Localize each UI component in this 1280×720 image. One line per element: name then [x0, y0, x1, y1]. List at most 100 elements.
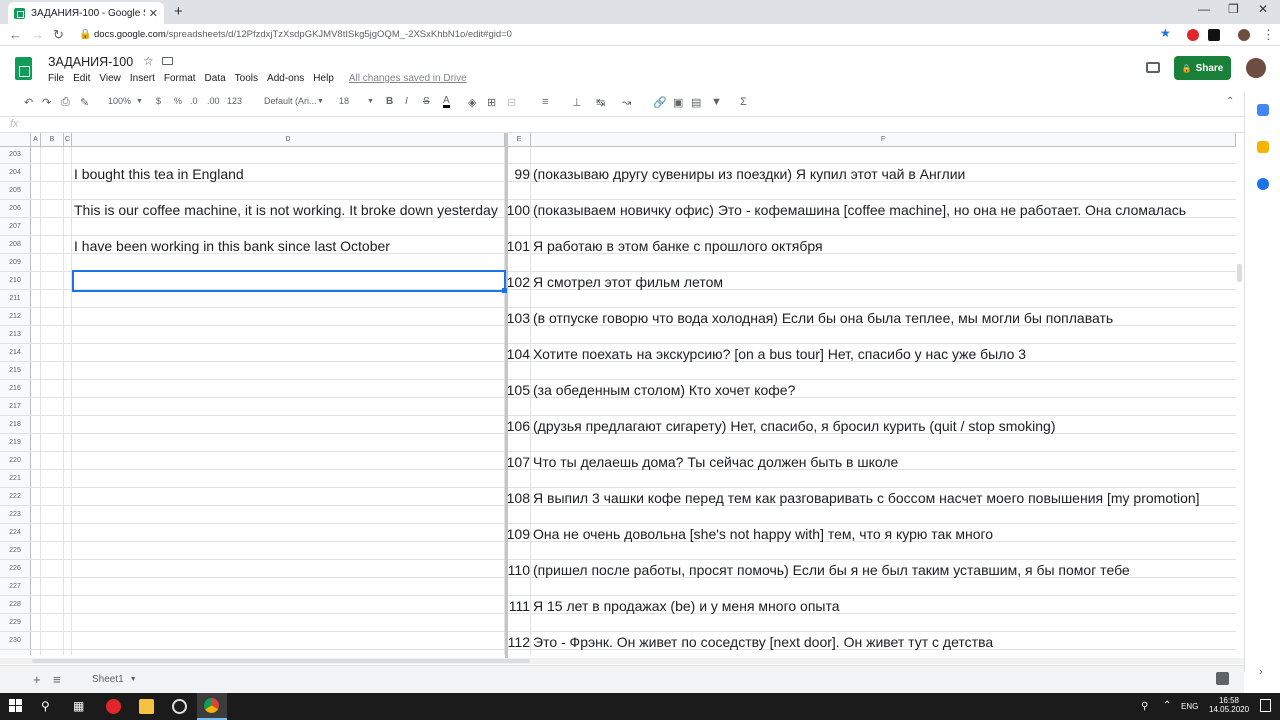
decrease-decimal-button[interactable]: .0 — [190, 96, 198, 106]
vertical-scroll-thumb[interactable] — [1237, 264, 1242, 282]
cell-f[interactable]: Я работаю в этом банке с прошлого октябр… — [533, 238, 1236, 254]
calendar-icon[interactable] — [1257, 104, 1269, 116]
cell-d[interactable]: I have been working in this bank since l… — [74, 238, 505, 254]
table-row[interactable]: 230 112 Это - Фрэнк. Он живет по соседству… — [0, 632, 1236, 650]
chrome-taskbar-button[interactable] — [197, 693, 227, 720]
insert-link-icon[interactable]: 🔗 — [653, 96, 667, 109]
table-row[interactable]: 227 — [0, 578, 1236, 596]
sheet-tab-chevron-down-icon[interactable]: ▼ — [130, 676, 137, 683]
row-number[interactable]: 230 — [0, 632, 31, 649]
task-view-icon[interactable]: ▦ — [73, 699, 88, 714]
fill-color-icon[interactable]: ◈ — [468, 96, 476, 109]
table-row[interactable]: 228 111 Я 15 лет в продажах (be) и у меня … — [0, 596, 1236, 614]
app-circle-icon[interactable] — [172, 699, 187, 714]
column-header-d[interactable]: D — [72, 133, 505, 147]
insert-comment-icon[interactable]: ▣ — [673, 96, 683, 109]
menu-insert[interactable]: Insert — [130, 73, 155, 84]
cell-e[interactable]: 111 — [506, 598, 530, 614]
column-header-c[interactable]: C — [64, 133, 72, 147]
table-row[interactable]: 220 107 Что ты делаешь дома? Ты сейчас дол… — [0, 452, 1236, 470]
row-number[interactable]: 229 — [0, 614, 31, 631]
row-number[interactable]: 222 — [0, 488, 31, 505]
text-rotation-icon[interactable]: ↝ — [622, 96, 631, 109]
row-number[interactable]: 226 — [0, 560, 31, 577]
selection-fill-handle[interactable] — [502, 288, 507, 293]
opera-taskbar-icon[interactable] — [106, 699, 121, 714]
cell-e[interactable]: 108 — [506, 490, 530, 506]
insert-chart-icon[interactable]: ▤ — [691, 96, 701, 109]
table-row[interactable]: 217 — [0, 398, 1236, 416]
align-horizontal-icon[interactable]: ≡ — [542, 96, 548, 108]
account-avatar[interactable] — [1246, 58, 1266, 78]
address-input[interactable]: docs.google.com/spreadsheets/d/12PfzdxjT… — [94, 29, 512, 40]
table-row[interactable]: 205 — [0, 182, 1236, 200]
cell-e[interactable]: 112 — [506, 634, 530, 650]
undo-icon[interactable]: ↶ — [24, 96, 33, 109]
font-chevron-down-icon[interactable]: ▼ — [317, 98, 324, 105]
paint-format-icon[interactable]: ✎ — [80, 96, 89, 109]
italic-button[interactable]: I — [405, 96, 408, 107]
move-folder-icon[interactable] — [162, 57, 173, 65]
keep-icon[interactable] — [1257, 141, 1269, 153]
cell-d[interactable]: This is our coffee machine, it is not wo… — [74, 202, 505, 218]
row-number[interactable]: 215 — [0, 362, 31, 379]
functions-button[interactable]: Σ — [740, 96, 747, 108]
table-row[interactable]: 221 — [0, 470, 1236, 488]
cell-e[interactable]: 105 — [506, 382, 530, 398]
row-number[interactable]: 206 — [0, 200, 31, 217]
cell-f[interactable]: (пришел после работы, просят помочь) Есл… — [533, 562, 1236, 578]
add-sheet-button[interactable]: + — [33, 672, 41, 687]
cell-d[interactable]: I bought this tea in England — [74, 166, 505, 182]
maximize-icon[interactable]: ❐ — [1228, 2, 1239, 16]
row-number[interactable]: 214 — [0, 344, 31, 361]
row-number[interactable]: 221 — [0, 470, 31, 487]
cell-f[interactable]: Хотите поехать на экскурсию? [on a bus t… — [533, 346, 1236, 362]
table-row[interactable]: 203 — [0, 147, 1236, 164]
more-formats-button[interactable]: 123 — [227, 96, 242, 106]
table-row[interactable]: 222 108 Я выпил 3 чашки кофе перед тем как… — [0, 488, 1236, 506]
cell-e[interactable]: 103 — [506, 310, 530, 326]
row-number[interactable]: 208 — [0, 236, 31, 253]
table-row[interactable]: 207 — [0, 218, 1236, 236]
table-row[interactable]: 211 — [0, 290, 1236, 308]
percent-button[interactable]: % — [174, 96, 182, 106]
strikethrough-button[interactable]: S — [423, 96, 430, 107]
minimize-icon[interactable]: — — [1198, 2, 1210, 16]
language-indicator[interactable]: ENG — [1181, 702, 1198, 711]
cell-e[interactable]: 99 — [506, 166, 530, 182]
row-number[interactable]: 205 — [0, 182, 31, 199]
table-row[interactable]: 218 106 (друзья предлагают сигарету) Нет, … — [0, 416, 1236, 434]
share-button[interactable]: 🔒 Share — [1174, 56, 1231, 80]
horizontal-scroll-thumb[interactable] — [32, 659, 530, 663]
menu-edit[interactable]: Edit — [73, 73, 90, 84]
row-number[interactable]: 210 — [0, 272, 31, 289]
cell-f[interactable]: (друзья предлагают сигарету) Нет, спасиб… — [533, 418, 1236, 434]
profile-avatar-icon[interactable] — [1238, 29, 1250, 41]
row-number[interactable]: 207 — [0, 218, 31, 235]
font-size-chevron-down-icon[interactable]: ▼ — [367, 98, 374, 105]
expand-panel-icon[interactable]: › — [1259, 666, 1263, 678]
table-row[interactable]: 215 — [0, 362, 1236, 380]
reload-icon[interactable]: ↻ — [53, 27, 64, 43]
currency-button[interactable]: $ — [156, 96, 161, 106]
tasks-icon[interactable] — [1257, 178, 1269, 190]
table-row[interactable]: 224 109 Она не очень довольна [she's not h… — [0, 524, 1236, 542]
row-number[interactable]: 212 — [0, 308, 31, 325]
tray-chevron-up-icon[interactable]: ⌃ — [1163, 700, 1171, 711]
table-row[interactable]: 225 — [0, 542, 1236, 560]
notifications-icon[interactable] — [1260, 699, 1271, 712]
menu-tools[interactable]: Tools — [235, 73, 258, 84]
table-row[interactable]: 206 This is our coffee machine, it is not… — [0, 200, 1236, 218]
formula-bar[interactable]: fx — [0, 116, 1244, 133]
cell-e[interactable]: 106 — [506, 418, 530, 434]
lock-icon[interactable]: 🔒 — [79, 29, 91, 40]
cell-f[interactable]: Я смотрел этот фильм летом — [533, 274, 1236, 290]
redo-icon[interactable]: ↷ — [42, 96, 51, 109]
zoom-chevron-down-icon[interactable]: ▼ — [136, 98, 143, 105]
frozen-column-divider[interactable] — [505, 133, 508, 658]
menu-file[interactable]: File — [48, 73, 64, 84]
row-number[interactable]: 216 — [0, 380, 31, 397]
row-number[interactable]: 220 — [0, 452, 31, 469]
menu-format[interactable]: Format — [164, 73, 196, 84]
column-header-e[interactable]: E — [508, 133, 531, 147]
